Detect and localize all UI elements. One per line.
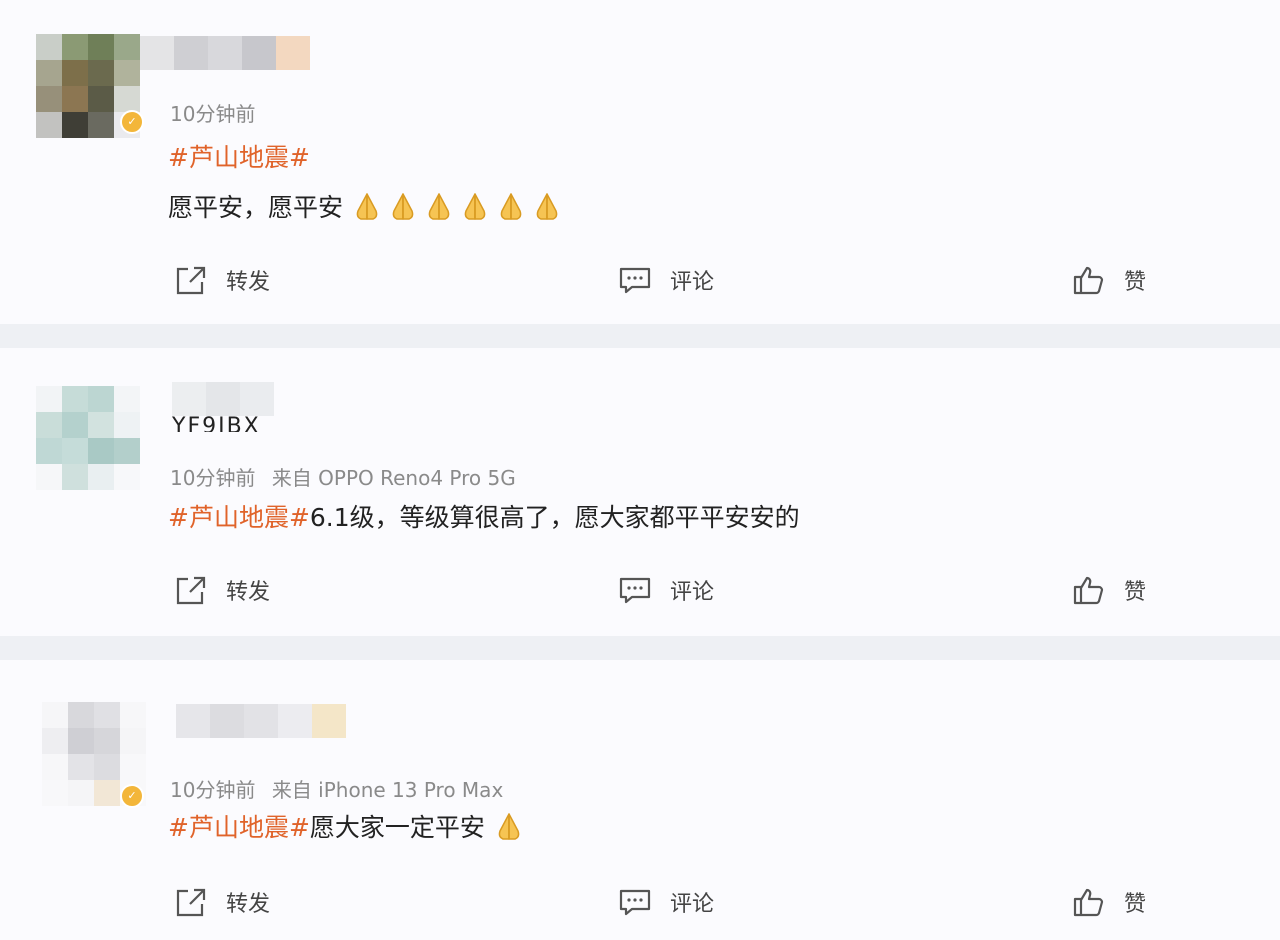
post-card: ✓ 10分钟前 #芦山地震# 愿平安，愿平安 转发 评论 赞 [0,0,1280,324]
post-card: ✓ 10分钟前 来自 iPhone 13 Pro Max #芦山地震#愿大家一定… [0,660,1280,940]
repost-label: 转发 [226,580,271,605]
repost-button[interactable]: 转发 [174,264,270,296]
action-bar: 转发 评论 赞 [0,574,1280,614]
repost-button[interactable]: 转发 [174,886,270,918]
like-label: 赞 [1124,892,1147,917]
hashtag-link[interactable]: #芦山地震# [168,503,310,532]
post-content: 愿平安，愿平安 [168,188,567,224]
comment-icon [619,267,651,294]
post-meta: 10分钟前 来自 iPhone 13 Pro Max [170,774,503,803]
thumbs-up-icon [1073,888,1104,917]
post-meta: 10分钟前 [170,98,255,127]
post-time: 10分钟前 [170,778,256,802]
comment-icon [619,889,651,916]
post-divider [0,636,1280,660]
username[interactable]: YF9JBX [172,410,261,432]
thumbs-up-icon [1073,576,1104,605]
post-time: 10分钟前 [170,466,256,490]
post-content: #芦山地震#6.1级，等级算很高了，愿大家都平平安安的 [168,498,800,534]
post-meta: 10分钟前 来自 OPPO Reno4 Pro 5G [170,462,516,491]
post-card: YF9JBX 10分钟前 来自 OPPO Reno4 Pro 5G #芦山地震#… [0,348,1280,636]
repost-label: 转发 [226,892,271,917]
hashtag-link[interactable]: #芦山地震# [168,813,310,842]
post-text: 愿大家一定平安 [309,813,485,842]
repost-icon [176,576,206,605]
username-blurred[interactable] [176,704,346,738]
folded-hands-emoji [351,191,383,221]
like-button[interactable]: 赞 [1072,574,1146,606]
repost-icon [176,266,206,295]
like-button[interactable]: 赞 [1072,264,1146,296]
comment-icon [619,577,651,604]
post-content: #芦山地震#愿大家一定平安 [168,808,529,844]
like-label: 赞 [1124,270,1147,295]
like-button[interactable]: 赞 [1072,886,1146,918]
username-blurred[interactable] [140,36,310,70]
folded-hands-emoji [531,191,563,221]
comment-label: 评论 [670,270,715,295]
repost-label: 转发 [226,270,271,295]
comment-label: 评论 [670,892,715,917]
action-bar: 转发 评论 赞 [0,264,1280,304]
thumbs-up-icon [1073,266,1104,295]
post-text: 6.1级，等级算很高了，愿大家都平平安安的 [309,503,800,532]
emoji-group [351,193,567,222]
post-text: 愿平安，愿平安 [168,193,344,222]
comment-button[interactable]: 评论 [618,574,714,606]
like-label: 赞 [1124,580,1147,605]
weibo-comment-feed: ✓ 10分钟前 #芦山地震# 愿平安，愿平安 转发 评论 赞 YF9JBX 10… [0,0,1280,940]
hashtag-link[interactable]: #芦山地震# [168,143,310,172]
repost-icon [176,888,206,917]
emoji-group [493,813,529,842]
post-source: 来自 OPPO Reno4 Pro 5G [271,466,516,490]
folded-hands-emoji [423,191,455,221]
avatar[interactable] [36,386,140,490]
folded-hands-emoji [493,811,525,841]
post-time: 10分钟前 [170,102,256,126]
comment-label: 评论 [670,580,715,605]
post-source: 来自 iPhone 13 Pro Max [271,778,504,802]
comment-button[interactable]: 评论 [618,264,714,296]
folded-hands-emoji [459,191,491,221]
post-divider [0,324,1280,348]
comment-button[interactable]: 评论 [618,886,714,918]
verified-badge-icon: ✓ [120,784,144,808]
folded-hands-emoji [387,191,419,221]
folded-hands-emoji [495,191,527,221]
verified-badge-icon: ✓ [120,110,144,134]
action-bar: 转发 评论 赞 [0,886,1280,926]
repost-button[interactable]: 转发 [174,574,270,606]
